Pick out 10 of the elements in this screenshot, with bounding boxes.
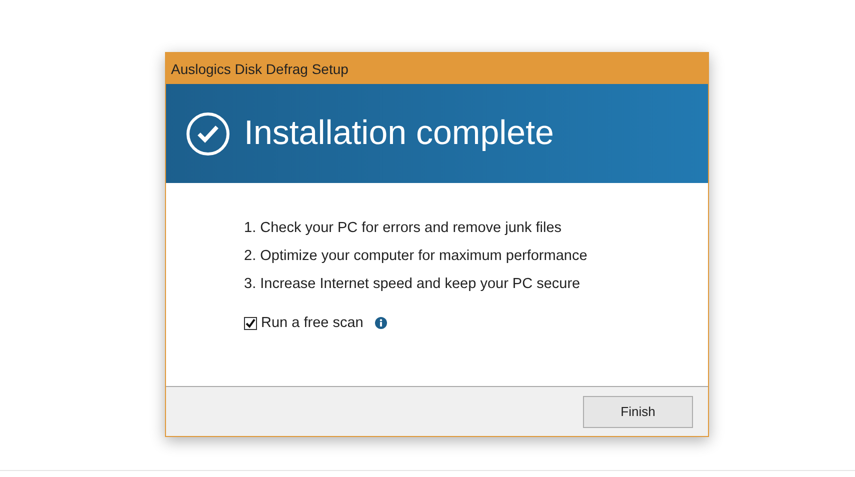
scan-checkbox[interactable]	[244, 316, 257, 330]
banner-heading: Installation complete	[244, 114, 554, 153]
step-text: 3. Increase Internet speed and keep your PC secure	[244, 275, 582, 294]
step-text: 1. Check your PC for errors and remove junk files	[244, 219, 563, 238]
window-title: Auslogics Disk Defrag Setup	[166, 53, 708, 84]
checkbox-label: Run a free scan	[261, 315, 364, 331]
step-text: 2. Optimize your computer for maximum performance	[244, 247, 588, 266]
info-icon[interactable]	[375, 317, 388, 329]
checkmark-circle-icon	[186, 112, 230, 156]
finish-button[interactable]: Finish	[583, 396, 693, 428]
